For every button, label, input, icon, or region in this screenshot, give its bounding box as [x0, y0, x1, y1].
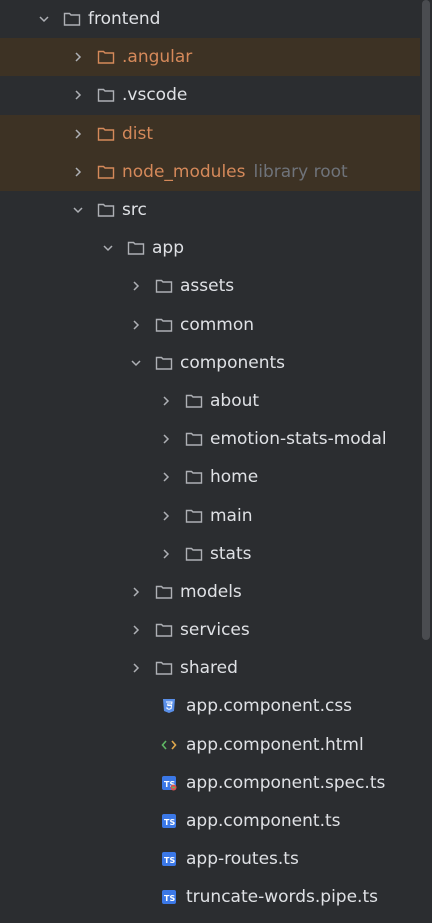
tree-item-file[interactable]: TS app.component.spec.ts [0, 764, 420, 802]
tree-item-shared[interactable]: shared [0, 649, 420, 687]
folder-icon [184, 545, 204, 563]
tree-item-common[interactable]: common [0, 306, 420, 344]
chevron-down-icon[interactable] [128, 355, 144, 371]
chevron-right-icon[interactable] [128, 622, 144, 638]
chevron-right-icon[interactable] [158, 469, 174, 485]
tree-item-label: components [180, 352, 286, 373]
tree-item-label: truncate-words.pipe.ts [186, 887, 378, 908]
ts-test-file-icon: TS [160, 774, 178, 792]
tree-item-dist[interactable]: dist [0, 114, 420, 153]
chevron-right-icon[interactable] [158, 431, 174, 447]
tree-item-label: dist [122, 123, 154, 144]
tree-item-label: models [180, 581, 242, 602]
folder-icon [184, 392, 204, 410]
project-tree: frontend .angular .vscode dist node_modu… [0, 0, 420, 923]
folder-icon [154, 277, 174, 295]
chevron-right-icon[interactable] [128, 278, 144, 294]
folder-icon [154, 621, 174, 639]
chevron-down-icon[interactable] [36, 11, 52, 27]
chevron-right-icon[interactable] [70, 49, 86, 65]
chevron-down-icon[interactable] [100, 240, 116, 256]
tree-item-file[interactable]: TS app-routes.ts [0, 840, 420, 878]
tree-item-label: app.component.html [186, 734, 364, 755]
folder-icon [96, 201, 116, 219]
tree-item-angular[interactable]: .angular [0, 38, 420, 77]
tree-item-file[interactable]: app.component.html [0, 726, 420, 764]
tree-item-components[interactable]: components [0, 344, 420, 382]
chevron-right-icon[interactable] [70, 164, 86, 180]
tree-item-label: stats [210, 543, 252, 564]
chevron-right-icon[interactable] [158, 508, 174, 524]
tree-item-stats[interactable]: stats [0, 535, 420, 573]
tree-item-emotion-stats-modal[interactable]: emotion-stats-modal [0, 420, 420, 458]
tree-item-label: .angular [122, 47, 193, 68]
tree-item-src[interactable]: src [0, 191, 420, 229]
html-file-icon [160, 736, 178, 754]
chevron-down-icon[interactable] [70, 202, 86, 218]
tree-item-file[interactable]: TS truncate-words.pipe.ts [0, 878, 420, 916]
tree-item-about[interactable]: about [0, 382, 420, 420]
tree-item-label: home [210, 467, 259, 488]
folder-icon [184, 507, 204, 525]
tree-item-models[interactable]: models [0, 573, 420, 611]
tree-item-label: services [180, 620, 250, 641]
tree-item-label: .vscode [122, 85, 188, 106]
tree-item-file[interactable]: TS app.component.ts [0, 802, 420, 840]
folder-icon [126, 239, 146, 257]
svg-text:TS: TS [164, 856, 175, 865]
tree-item-label: shared [180, 658, 238, 679]
svg-text:TS: TS [164, 894, 175, 903]
ts-file-icon: TS [160, 850, 178, 868]
ts-file-icon: TS [160, 888, 178, 906]
tree-item-frontend[interactable]: frontend [0, 0, 420, 38]
tree-item-vscode[interactable]: .vscode [0, 76, 420, 114]
tree-item-services[interactable]: services [0, 611, 420, 649]
tree-item-label: assets [180, 276, 235, 297]
tree-item-assets[interactable]: assets [0, 267, 420, 305]
chevron-right-icon[interactable] [128, 584, 144, 600]
ts-file-icon: TS [160, 812, 178, 830]
tree-item-label: app.component.ts [186, 811, 341, 832]
tree-item-label: src [122, 200, 147, 221]
tree-item-main[interactable]: main [0, 496, 420, 534]
chevron-right-icon[interactable] [70, 126, 86, 142]
library-root-hint: library root [253, 161, 348, 182]
tree-item-label: about [210, 390, 260, 411]
tree-item-file[interactable]: app.component.css [0, 687, 420, 725]
svg-text:TS: TS [164, 818, 175, 827]
chevron-right-icon[interactable] [158, 546, 174, 562]
tree-item-label: app.component.css [186, 696, 353, 717]
tree-item-app[interactable]: app [0, 229, 420, 267]
tree-item-label: node_modules [122, 161, 246, 182]
tree-item-label: frontend [88, 9, 161, 30]
chevron-right-icon[interactable] [158, 393, 174, 409]
tree-item-label: app-routes.ts [186, 849, 299, 870]
folder-icon [96, 163, 116, 181]
folder-icon [62, 10, 82, 28]
tree-item-node-modules[interactable]: node_modules library root [0, 152, 420, 191]
vertical-scrollbar[interactable] [422, 0, 430, 640]
css-file-icon [160, 697, 178, 715]
folder-icon [96, 48, 116, 66]
chevron-right-icon[interactable] [128, 660, 144, 676]
tree-item-label: main [210, 505, 253, 526]
chevron-right-icon[interactable] [128, 317, 144, 333]
folder-icon [154, 583, 174, 601]
folder-icon [96, 86, 116, 104]
tree-item-home[interactable]: home [0, 458, 420, 496]
folder-icon [154, 659, 174, 677]
folder-icon [154, 354, 174, 372]
tree-item-label: common [180, 314, 255, 335]
tree-item-label: app [152, 238, 184, 259]
folder-icon [154, 316, 174, 334]
chevron-right-icon[interactable] [70, 87, 86, 103]
tree-item-label: app.component.spec.ts [186, 772, 386, 793]
folder-icon [184, 430, 204, 448]
tree-item-label: emotion-stats-modal [210, 429, 387, 450]
folder-icon [96, 125, 116, 143]
folder-icon [184, 468, 204, 486]
